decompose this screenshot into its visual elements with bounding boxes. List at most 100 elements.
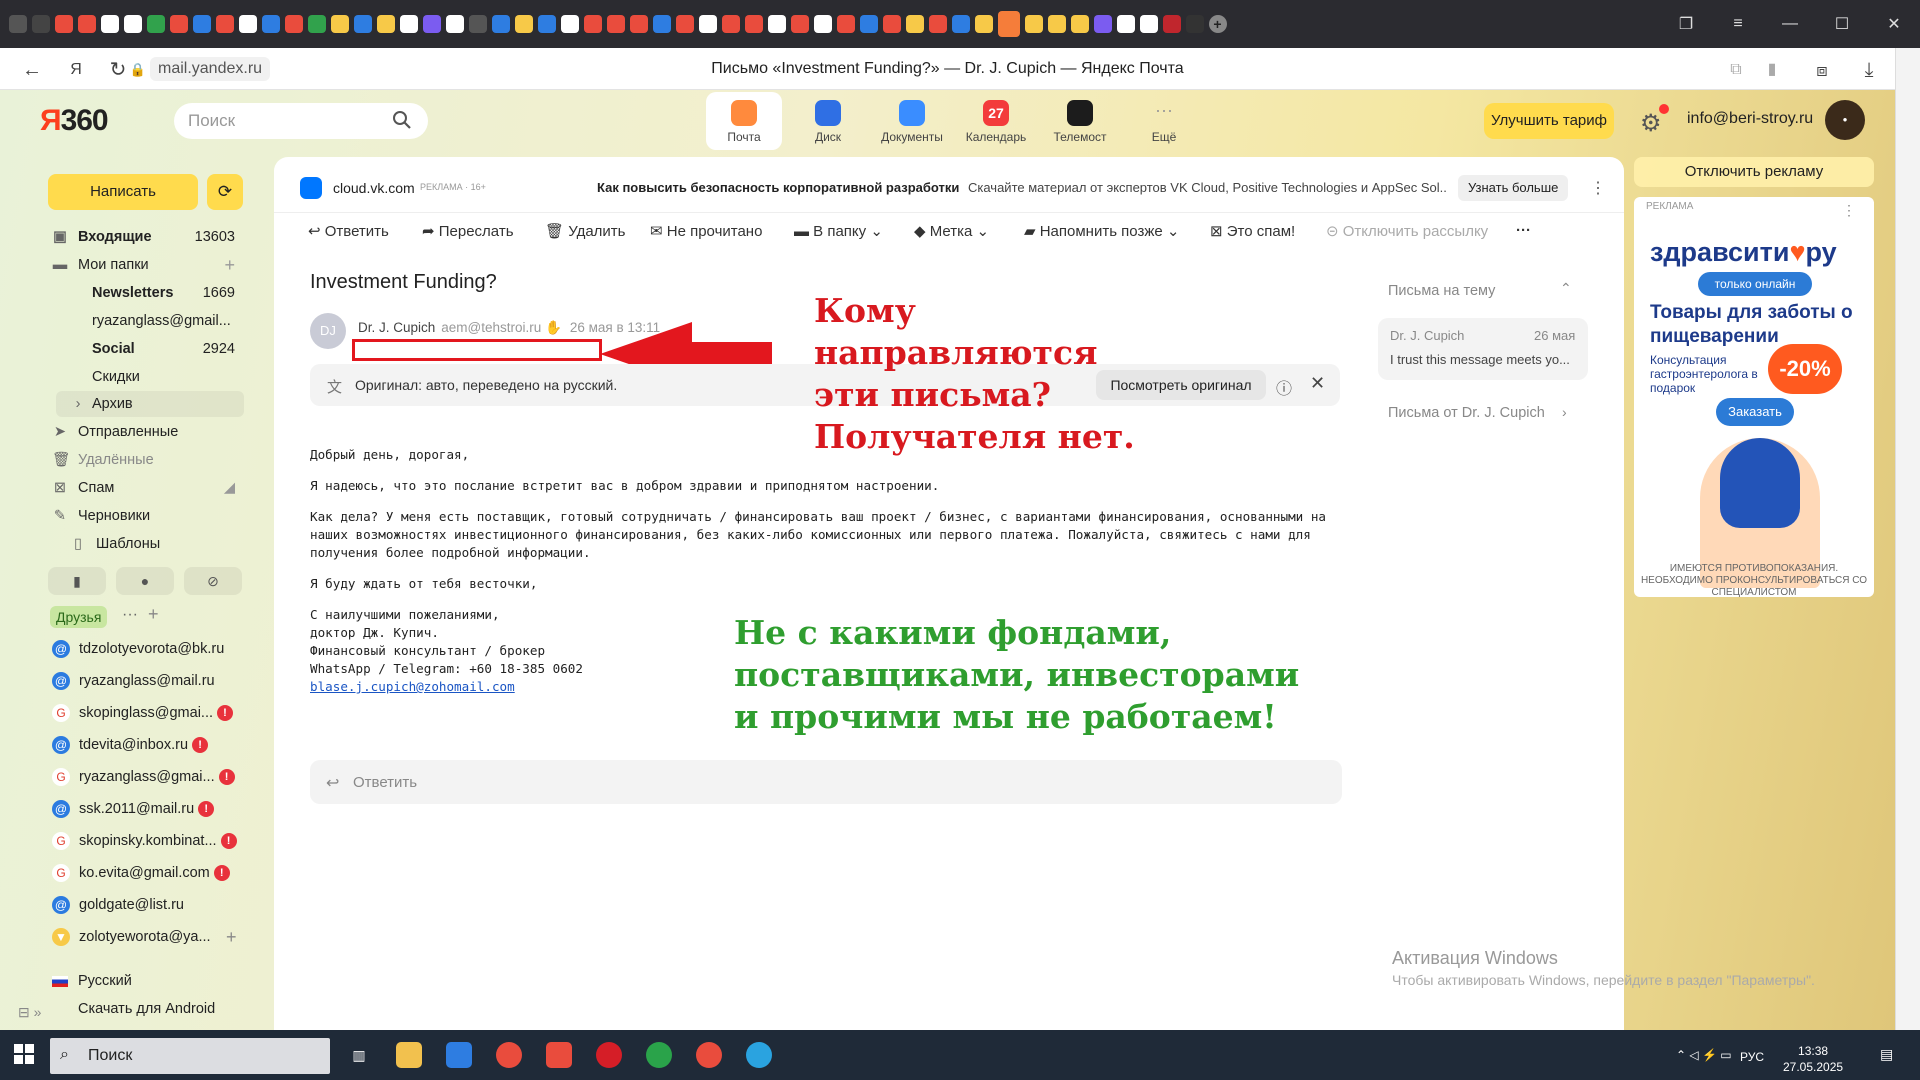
tab-favicon[interactable] (744, 15, 763, 33)
tab-favicon[interactable] (77, 15, 96, 33)
tab-favicon[interactable] (261, 15, 280, 33)
back-arrow-icon[interactable]: ← (20, 58, 44, 82)
contact-item[interactable]: @ goldgate@list.ru (52, 892, 242, 918)
service-more[interactable]: ··· Ещё (1126, 92, 1202, 150)
more-dots-icon[interactable]: ··· (122, 606, 138, 624)
system-clock[interactable]: 13:38 27.05.2025 (1783, 1043, 1843, 1075)
contact-item[interactable]: Gryazanglass@gmai...! (52, 764, 242, 790)
warning-icon[interactable]: ! (198, 801, 215, 818)
search-icon[interactable] (392, 110, 412, 130)
tab-favicon[interactable] (652, 15, 671, 33)
tab-favicon[interactable] (1093, 15, 1112, 33)
explorer-icon[interactable] (396, 1042, 422, 1068)
mark-unread-button[interactable]: ✉ Не прочитано (650, 222, 762, 240)
tab-favicon[interactable] (445, 15, 464, 33)
add-folder-plus-icon[interactable]: + (224, 252, 235, 278)
delete-button[interactable]: 🗑 Удалить (545, 222, 626, 240)
label-friends[interactable]: Друзья (50, 606, 108, 628)
chevron-right-icon[interactable]: › (1562, 404, 1567, 420)
reply-button[interactable]: ↩ Ответить (308, 222, 389, 240)
store-icon[interactable] (446, 1042, 472, 1068)
contact-item[interactable]: @ tdevita@inbox.ru! (52, 732, 242, 758)
android-download-link[interactable]: Скачать для Android (52, 996, 247, 1022)
tab-favicon[interactable] (767, 15, 786, 33)
collections-icon[interactable]: ❐ (1660, 14, 1712, 34)
ad-more-icon[interactable]: ⋮ (1590, 178, 1606, 198)
remind-later-button[interactable]: ▰ Напомнить позже ⌄ (1024, 222, 1179, 240)
windows-start-icon[interactable] (14, 1044, 34, 1064)
thread-title[interactable]: Письма на тему (1388, 283, 1495, 299)
download-icon[interactable]: ⤓ (1857, 58, 1881, 82)
yandex-icon[interactable] (546, 1042, 572, 1068)
collapse-sidebar-icon[interactable]: ⊟ » (18, 1004, 41, 1021)
tab-favicon[interactable] (951, 15, 970, 33)
tab-favicon[interactable] (491, 15, 510, 33)
minimize-icon[interactable]: — (1764, 15, 1816, 33)
bookmark-icon[interactable]: ▮ (1760, 58, 1784, 82)
taskbar-search[interactable]: Поиск (50, 1038, 330, 1074)
sender-name[interactable]: Dr. J. Cupich (358, 320, 435, 335)
sidebar-item-ryazanglass[interactable]: ryazanglass@gmail... (52, 308, 247, 334)
compose-button[interactable]: Написать (48, 174, 198, 210)
tab-favicon[interactable] (560, 15, 579, 33)
forward-button[interactable]: ➦ Переслать (422, 222, 514, 240)
tab-favicon[interactable] (215, 15, 234, 33)
tab-favicon[interactable] (836, 15, 855, 33)
tab-favicon[interactable] (146, 15, 165, 33)
info-icon[interactable]: ⓘ (1276, 375, 1292, 399)
tab-favicon[interactable] (284, 15, 303, 33)
tab-favicon[interactable] (974, 15, 993, 33)
tab-favicon[interactable] (1185, 15, 1204, 33)
warning-icon[interactable]: ! (217, 705, 233, 722)
task-view-icon[interactable]: ▥ (346, 1042, 372, 1068)
extensions-icon[interactable]: ⧈ (1810, 58, 1834, 82)
unread-filter-icon[interactable]: ● (116, 567, 174, 595)
contact-item[interactable]: @ tdzolotyevorota@bk.ru (52, 636, 242, 662)
add-label-plus-icon[interactable]: + (148, 604, 159, 625)
sidebar-item-sent[interactable]: ➤ Отправленные (52, 419, 247, 445)
ad-learn-more-button[interactable]: Узнать больше (1458, 175, 1569, 201)
close-icon[interactable]: ✕ (1868, 14, 1920, 34)
contact-item[interactable]: Gskopinglass@gmai...! (52, 700, 242, 726)
browser-menu-icon[interactable] (8, 15, 27, 33)
sidebar-item-templates[interactable]: ▯ Шаблоны (52, 531, 247, 557)
tab-active-mail[interactable] (997, 11, 1020, 37)
tab-favicon[interactable] (399, 15, 418, 33)
maximize-icon[interactable]: ☐ (1816, 14, 1868, 34)
tab-favicon[interactable] (675, 15, 694, 33)
contact-item[interactable]: @ ssk.2011@mail.ru! (52, 796, 242, 822)
tab-favicon[interactable] (1139, 15, 1158, 33)
tab-favicon[interactable] (468, 15, 487, 33)
yandex-browser-icon[interactable] (496, 1042, 522, 1068)
tab-favicon[interactable] (583, 15, 602, 33)
ad-menu-icon[interactable]: ⋮ (1842, 202, 1856, 219)
bookmark-filter-icon[interactable]: ▮ (48, 567, 106, 595)
tab-favicon[interactable] (905, 15, 924, 33)
tab-favicon[interactable] (1024, 15, 1043, 33)
tab-favicon[interactable] (1070, 15, 1089, 33)
tab-favicon[interactable] (698, 15, 717, 33)
telegram-icon[interactable] (746, 1042, 772, 1068)
sidebar-item-discounts[interactable]: Скидки (52, 364, 247, 390)
warning-icon[interactable]: ! (192, 737, 209, 754)
yandex-360-logo[interactable]: Я360 (40, 104, 109, 138)
sidebar-item-deleted[interactable]: 🗑 Удалённые (52, 447, 247, 473)
tab-favicon[interactable] (353, 15, 372, 33)
service-calendar[interactable]: 27 Календарь (958, 92, 1034, 150)
sidebar-item-inbox[interactable]: ▣ Входящие 13603 (52, 224, 247, 250)
tab-favicon[interactable] (813, 15, 832, 33)
spam-button[interactable]: ⊠ Это спам! (1210, 222, 1295, 240)
sidebar-item-archive[interactable]: › Архив (52, 391, 247, 417)
input-language[interactable]: РУС (1740, 1050, 1764, 1064)
add-account-plus-icon[interactable]: + (226, 924, 237, 950)
tab-favicon[interactable] (882, 15, 901, 33)
sidebar-item-drafts[interactable]: ✎ Черновики (52, 503, 247, 529)
opera-icon[interactable] (596, 1042, 622, 1068)
ad-order-button[interactable]: Заказать (1716, 398, 1794, 426)
mail-search-input[interactable]: Поиск (174, 103, 428, 139)
tab-favicon[interactable] (238, 15, 257, 33)
service-documents[interactable]: Документы (874, 92, 950, 150)
more-actions-icon[interactable]: ··· (1516, 222, 1531, 239)
address-field[interactable]: mail.yandex.ru (150, 57, 271, 81)
yandex-browser-active-icon[interactable] (696, 1042, 722, 1068)
